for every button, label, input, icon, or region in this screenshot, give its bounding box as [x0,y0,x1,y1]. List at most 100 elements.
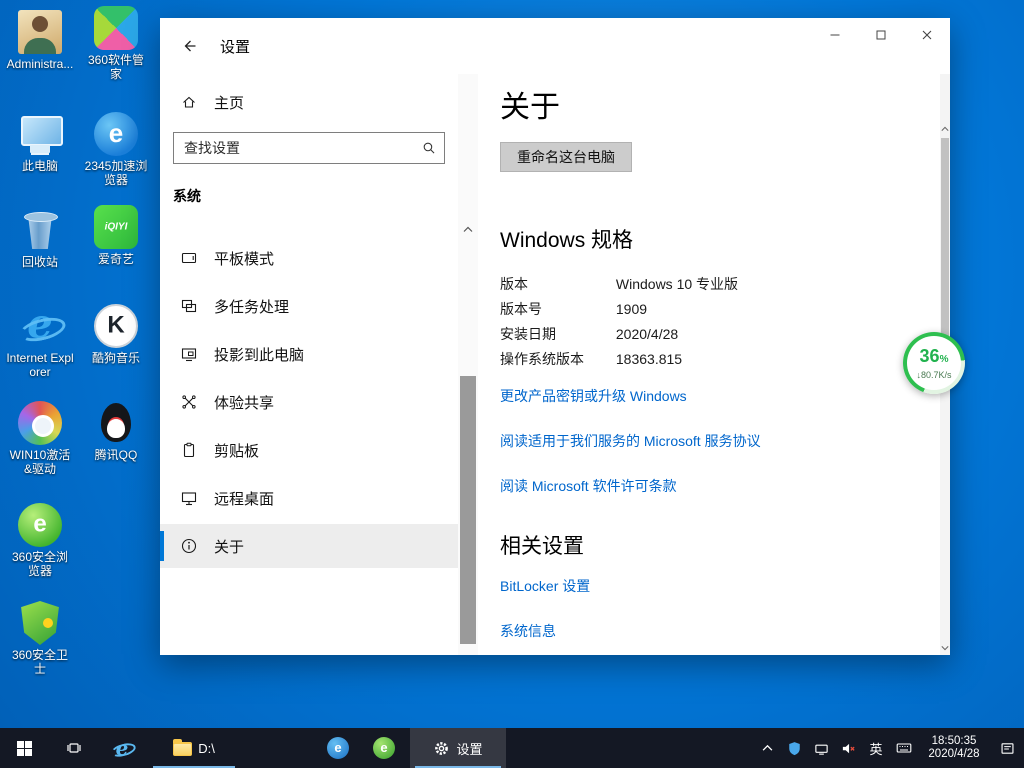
desktop-icon-label: 此电脑 [6,159,74,173]
settings-taskbar-button[interactable]: 设置 [410,728,506,768]
link-change-product-key[interactable]: 更改产品密钥或升级 Windows [500,386,914,406]
link-services-agreement[interactable]: 阅读适用于我们服务的 Microsoft 服务协议 [500,431,914,451]
clipboard-icon [181,442,197,458]
2345-browser-icon [327,737,349,759]
spec-row: 版本 Windows 10 专业版 [500,272,914,297]
network-tray-button[interactable] [811,728,831,768]
nav-item-multitasking[interactable]: 多任务处理 [160,284,458,328]
shared-experiences-icon [181,394,197,410]
close-icon [922,30,932,40]
touch-keyboard-button[interactable] [894,728,914,768]
explorer-taskbar-button[interactable]: D:\ [148,728,240,768]
nav-item-clipboard[interactable]: 剪贴板 [160,428,458,472]
desktop-icon-label: 360软件管家 [82,53,150,81]
tray-expand-button[interactable] [757,728,777,768]
windows-spec-heading: Windows 规格 [500,224,914,254]
360-speed-ball[interactable]: 36% ↓80.7K/s [903,332,965,394]
qq-icon [94,401,138,445]
window-body: 主页 系统 平板模式 多任务处理 投影到此电脑 [160,74,950,655]
search-input[interactable] [173,132,445,164]
desktop-icon-iqiyi[interactable]: 爱奇艺 [82,205,150,266]
memory-percent: 36% [920,347,949,369]
task-view-button[interactable] [52,728,96,768]
link-system-info[interactable]: 系统信息 [500,621,914,641]
minimize-button[interactable] [812,18,858,52]
rename-pc-button[interactable]: 重命名这台电脑 [500,142,632,172]
nav-item-label: 关于 [214,536,244,557]
back-button[interactable] [172,31,206,61]
nav-item-shared-experiences[interactable]: 体验共享 [160,380,458,424]
desktop-icon-label: 爱奇艺 [82,252,150,266]
desktop-icon-label: 2345加速浏览器 [82,159,150,187]
desktop-icon-internet-explorer[interactable]: Internet Explorer [6,304,74,379]
this-pc-icon [18,112,62,156]
clock[interactable]: 18:50:35 2020/4/28 [921,728,987,768]
keyboard-icon [896,740,912,756]
nav-item-label: 剪贴板 [214,440,259,461]
nav-scrollbar-thumb[interactable] [460,376,476,644]
nav-item-tablet-mode[interactable]: 平板模式 [160,236,458,280]
spec-label: 版本号 [500,297,612,322]
security-tray-button[interactable] [784,728,804,768]
settings-taskbar-label: 设置 [456,739,482,758]
input-language-indicator[interactable]: 英 [865,728,887,768]
ie-taskbar-button[interactable]: e [100,728,144,768]
2345-browser-icon [94,112,138,156]
taskbar: e D:\ 设置 英 18:50:35 2020/4/28 [0,728,1024,768]
desktop-icon-recycle-bin[interactable]: 回收站 [6,208,74,269]
content-scrollbar-thumb[interactable] [941,138,949,338]
desktop-icon-qq[interactable]: 腾讯QQ [82,401,150,462]
chevron-up-icon [463,226,473,233]
desktop-icon-360-safe[interactable]: 360安全卫士 [6,601,74,676]
shield-icon [787,741,802,756]
spec-row: 版本号 1909 [500,297,914,322]
desktop-icon-this-pc[interactable]: 此电脑 [6,112,74,173]
desktop-icon-administrator[interactable]: Administra... [6,10,74,71]
network-speed: ↓80.7K/s [916,370,951,380]
nav-item-label: 体验共享 [214,392,274,413]
spec-row: 操作系统版本 18363.815 [500,347,914,372]
minimize-icon [830,30,840,40]
content-scroll-down-button[interactable] [940,641,950,655]
maximize-button[interactable] [858,18,904,52]
spec-value: Windows 10 专业版 [616,276,738,292]
nav-item-projecting[interactable]: 投影到此电脑 [160,332,458,376]
desktop-icon-win10-activate[interactable]: WIN10激活&驱动 [6,401,74,476]
content-scroll-up-button[interactable] [940,122,950,136]
titlebar[interactable]: 设置 [160,18,950,74]
link-bitlocker-settings[interactable]: BitLocker 设置 [500,576,914,596]
desktop-icon-label: 酷狗音乐 [82,351,150,365]
about-links: 更改产品密钥或升级 Windows 阅读适用于我们服务的 Microsoft 服… [500,386,914,496]
desktop-icon-2345-browser[interactable]: 2345加速浏览器 [82,112,150,187]
volume-tray-button[interactable] [838,728,858,768]
kugou-icon [94,304,138,348]
spec-label: 安装日期 [500,322,612,347]
desktop-icon-label: 360安全卫士 [6,648,74,676]
page-title: 关于 [500,82,914,126]
start-button[interactable] [0,728,48,768]
nav-home-item[interactable]: 主页 [160,86,458,118]
back-arrow-icon [181,38,197,54]
nav-item-label: 多任务处理 [214,296,289,317]
spec-value: 18363.815 [616,351,682,367]
desktop-icon-360-software-manager[interactable]: 360软件管家 [82,6,150,81]
search-box [173,132,445,164]
desktop-icon-kugou[interactable]: 酷狗音乐 [82,304,150,365]
explorer-label: D:\ [198,741,215,756]
nav-item-label: 投影到此电脑 [214,344,304,365]
task-view-icon [66,740,82,756]
action-center-button[interactable] [994,728,1020,768]
desktop-icon-360-browser[interactable]: 360安全浏览器 [6,503,74,578]
desktop-icon-label: WIN10激活&驱动 [6,448,74,476]
pinned-2345-browser-button[interactable] [316,728,360,768]
close-button[interactable] [904,18,950,52]
nav-item-about[interactable]: 关于 [160,524,458,568]
nav-scroll-up-button[interactable] [458,220,478,238]
link-license-terms[interactable]: 阅读 Microsoft 软件许可条款 [500,476,914,496]
nav-item-remote-desktop[interactable]: 远程桌面 [160,476,458,520]
remote-desktop-icon [181,490,197,506]
pinned-360-browser-button[interactable] [362,728,406,768]
360-software-manager-icon [94,6,138,50]
chevron-down-icon [941,645,949,651]
notification-icon [1000,741,1015,756]
